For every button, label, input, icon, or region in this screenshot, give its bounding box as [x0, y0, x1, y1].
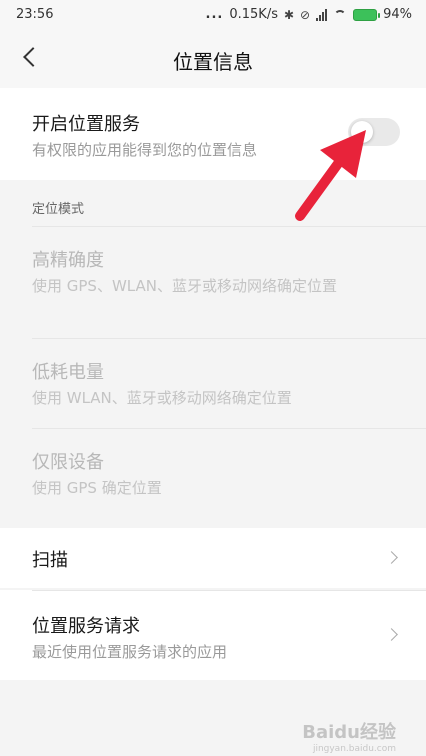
mode-subtitle: 使用 GPS 确定位置 [32, 479, 162, 497]
mode-title: 高精确度 [32, 250, 104, 271]
mode-title: 仅限设备 [32, 452, 104, 473]
status-bar: 23:56 ... 0.15K/s ✱ ⊘ 94% [0, 0, 426, 32]
mode-subtitle: 使用 GPS、WLAN、蓝牙或移动网络确定位置 [32, 277, 337, 295]
mode-title: 低耗电量 [32, 362, 104, 383]
mute-icon: ⊘ [300, 7, 311, 22]
battery-percent: 94% [383, 7, 412, 22]
mode-high-accuracy[interactable]: 高精确度 使用 GPS、WLAN、蓝牙或移动网络确定位置 [0, 226, 426, 338]
watermark-url: jingyan.baidu.com [312, 744, 396, 754]
status-icons: ... 0.15K/s ✱ ⊘ 94% [206, 7, 412, 22]
page-header: 位置信息 [0, 32, 426, 88]
divider [32, 428, 426, 429]
chevron-right-icon [385, 628, 398, 641]
status-time: 23:56 [16, 7, 54, 22]
location-requests-title: 位置服务请求 [32, 616, 140, 637]
section-header-mode: 定位模式 [32, 202, 85, 217]
divider [32, 590, 426, 591]
location-requests-row[interactable]: 位置服务请求 最近使用位置服务请求的应用 [0, 590, 426, 680]
divider [32, 338, 426, 339]
red-arrow-annotation [295, 130, 366, 221]
wifi-icon [333, 9, 347, 20]
signal-icon [316, 8, 328, 21]
chevron-right-icon [385, 551, 398, 564]
scan-title: 扫描 [32, 550, 68, 571]
location-service-subtitle: 有权限的应用能得到您的位置信息 [32, 141, 258, 159]
page-title: 位置信息 [173, 50, 253, 74]
mode-battery-saving[interactable]: 低耗电量 使用 WLAN、蓝牙或移动网络确定位置 [0, 338, 426, 428]
watermark-logo: Baidu经验 [302, 722, 396, 743]
divider [32, 226, 426, 227]
location-service-title: 开启位置服务 [32, 114, 140, 135]
scan-row[interactable]: 扫描 [0, 528, 426, 588]
mode-device-only[interactable]: 仅限设备 使用 GPS 确定位置 [0, 428, 426, 518]
location-requests-subtitle: 最近使用位置服务请求的应用 [32, 643, 228, 661]
battery-icon [353, 8, 381, 21]
mode-subtitle: 使用 WLAN、蓝牙或移动网络确定位置 [32, 389, 292, 407]
network-speed: 0.15K/s [229, 7, 278, 22]
bluetooth-icon: ✱ [283, 7, 295, 22]
notification-dots: ... [205, 7, 224, 22]
